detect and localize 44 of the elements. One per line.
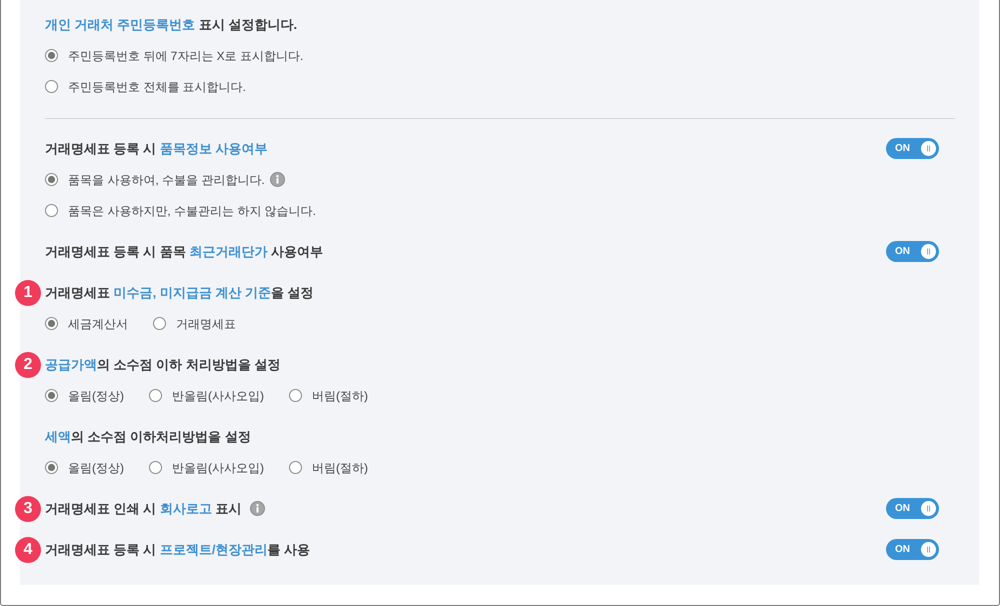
toggle-switch[interactable]: ON xyxy=(886,138,939,159)
radio-button[interactable] xyxy=(45,461,58,474)
radio-button[interactable] xyxy=(289,461,302,474)
step-number: 4 xyxy=(15,536,41,562)
setting-title: 거래명세표 인쇄 시 회사로고 표시 xyxy=(45,500,242,518)
option-label: 버림(절하) xyxy=(312,460,368,476)
radio-button[interactable] xyxy=(289,389,302,402)
setting-title: 세액의 소수점 이하처리방법을 설정 xyxy=(45,428,251,446)
setting-title: 거래명세표 미수금, 미지급금 계산 기준을 설정 xyxy=(45,284,314,302)
knob-icon xyxy=(921,244,936,259)
radio-button[interactable] xyxy=(45,49,58,62)
knob-icon xyxy=(921,141,936,156)
toggle-switch[interactable]: ON xyxy=(886,498,939,519)
radio-button[interactable] xyxy=(153,317,166,330)
step-number: 2 xyxy=(15,352,41,378)
option-label: 품목은 사용하지만, 수불관리는 하지 않습니다. xyxy=(68,202,316,220)
option-label: 올림(정상) xyxy=(68,460,124,476)
setting-title: 거래명세표 등록 시 품목정보 사용여부 xyxy=(45,140,268,158)
radio-button[interactable] xyxy=(149,461,162,474)
option-label: 세금계산서 xyxy=(68,316,128,332)
option-label: 거래명세표 xyxy=(176,316,236,332)
setting-title: 개인 거래처 주민등록번호 표시 설정합니다. xyxy=(45,16,298,34)
setting-title: 거래명세표 등록 시 품목 최근거래단가 사용여부 xyxy=(45,242,324,261)
radio-button[interactable] xyxy=(149,389,162,402)
option-label: 품목을 사용하여, 수불을 관리합니다. xyxy=(68,172,265,188)
radio-button[interactable] xyxy=(45,389,58,402)
step-number: 1 xyxy=(15,280,41,306)
radio-button[interactable] xyxy=(45,80,58,93)
setting-title: 거래명세표 등록 시 프로젝트/현장관리를 사용 xyxy=(45,540,310,559)
option-label: 주민등록번호 전체를 표시합니다. xyxy=(68,78,246,96)
option-label: 올림(정상) xyxy=(68,388,124,404)
option-label: 반올림(사사오입) xyxy=(172,460,264,476)
toggle-switch[interactable]: ON xyxy=(886,539,939,560)
radio-button[interactable] xyxy=(45,317,58,330)
option-label: 주민등록번호 뒤에 7자리는 X로 표시합니다. xyxy=(68,48,304,64)
radio-button[interactable] xyxy=(45,204,58,217)
knob-icon xyxy=(921,542,936,557)
setting-title: 공급가액의 소수점 이하 처리방법을 설정 xyxy=(45,356,280,374)
knob-icon xyxy=(921,501,936,516)
step-number: 3 xyxy=(15,496,41,522)
option-label: 반올림(사사오입) xyxy=(172,388,264,404)
radio-button[interactable] xyxy=(45,173,58,186)
toggle-switch[interactable]: ON xyxy=(886,241,939,262)
option-label: 버림(절하) xyxy=(312,388,368,404)
